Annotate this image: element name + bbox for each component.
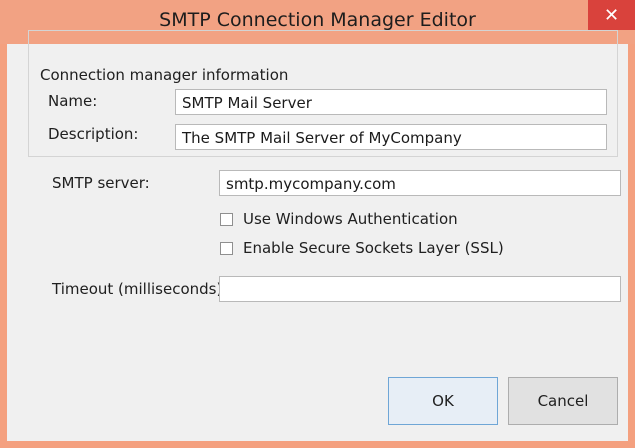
- timeout-label: Timeout (milliseconds):: [52, 280, 228, 298]
- enable-ssl-label: Enable Secure Sockets Layer (SSL): [243, 239, 504, 257]
- close-button[interactable]: ✕: [588, 0, 635, 30]
- name-field[interactable]: SMTP Mail Server: [175, 89, 607, 115]
- window-title: SMTP Connection Manager Editor: [159, 9, 476, 31]
- description-label: Description:: [48, 125, 139, 143]
- enable-ssl-checkbox[interactable]: [220, 241, 233, 255]
- use-windows-authentication-checkbox[interactable]: [220, 212, 233, 226]
- name-label: Name:: [48, 92, 98, 110]
- smtp-server-field[interactable]: smtp.mycompany.com: [219, 170, 621, 196]
- connection-manager-information-title: Connection manager information: [40, 66, 289, 84]
- description-field[interactable]: The SMTP Mail Server of MyCompany: [175, 124, 607, 150]
- timeout-field[interactable]: [219, 276, 621, 302]
- use-windows-authentication-option[interactable]: Use Windows Authentication: [220, 210, 458, 228]
- cancel-button-label: Cancel: [537, 392, 589, 410]
- smtp-connection-manager-editor-window: SMTP Connection Manager Editor ✕ Connect…: [0, 0, 635, 448]
- cancel-button[interactable]: Cancel: [508, 377, 618, 425]
- close-icon: ✕: [603, 4, 620, 25]
- smtp-server-label: SMTP server:: [52, 174, 150, 192]
- use-windows-authentication-label: Use Windows Authentication: [243, 210, 458, 228]
- ok-button-label: OK: [432, 392, 454, 410]
- enable-ssl-option[interactable]: Enable Secure Sockets Layer (SSL): [220, 239, 504, 257]
- ok-button[interactable]: OK: [388, 377, 498, 425]
